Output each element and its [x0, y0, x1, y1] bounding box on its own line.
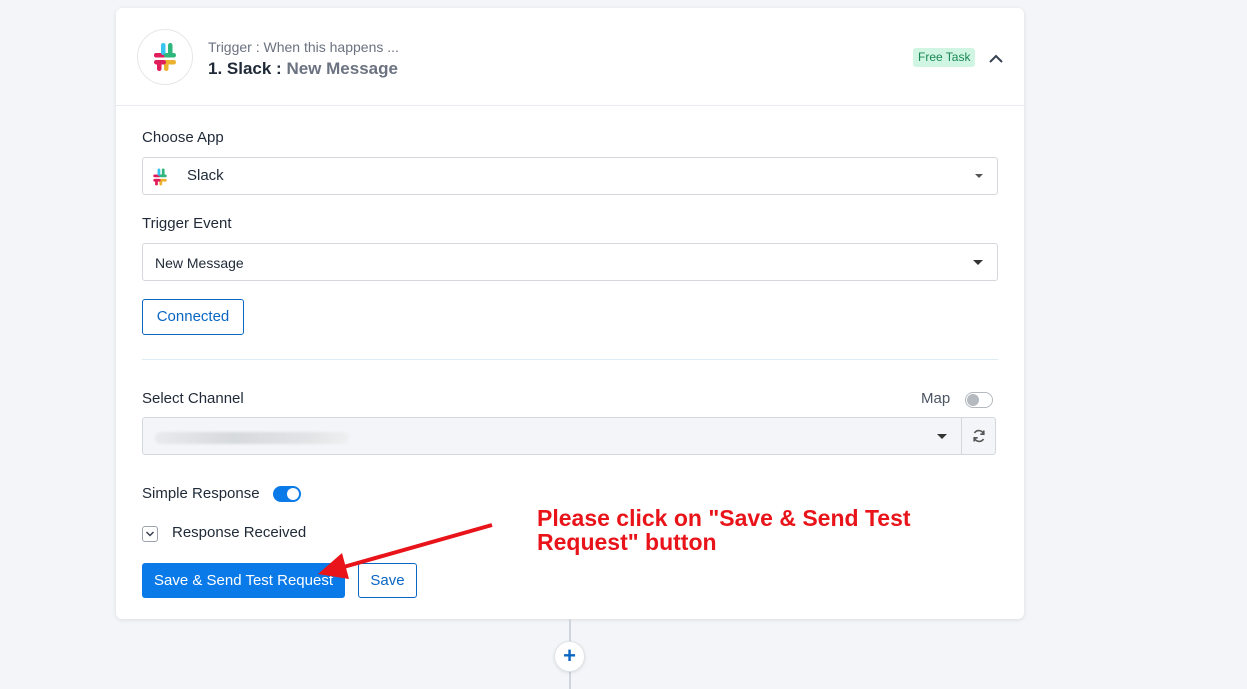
- add-step-button[interactable]: +: [554, 641, 585, 672]
- annotation-arrow: [318, 523, 493, 579]
- plus-icon: +: [563, 643, 576, 668]
